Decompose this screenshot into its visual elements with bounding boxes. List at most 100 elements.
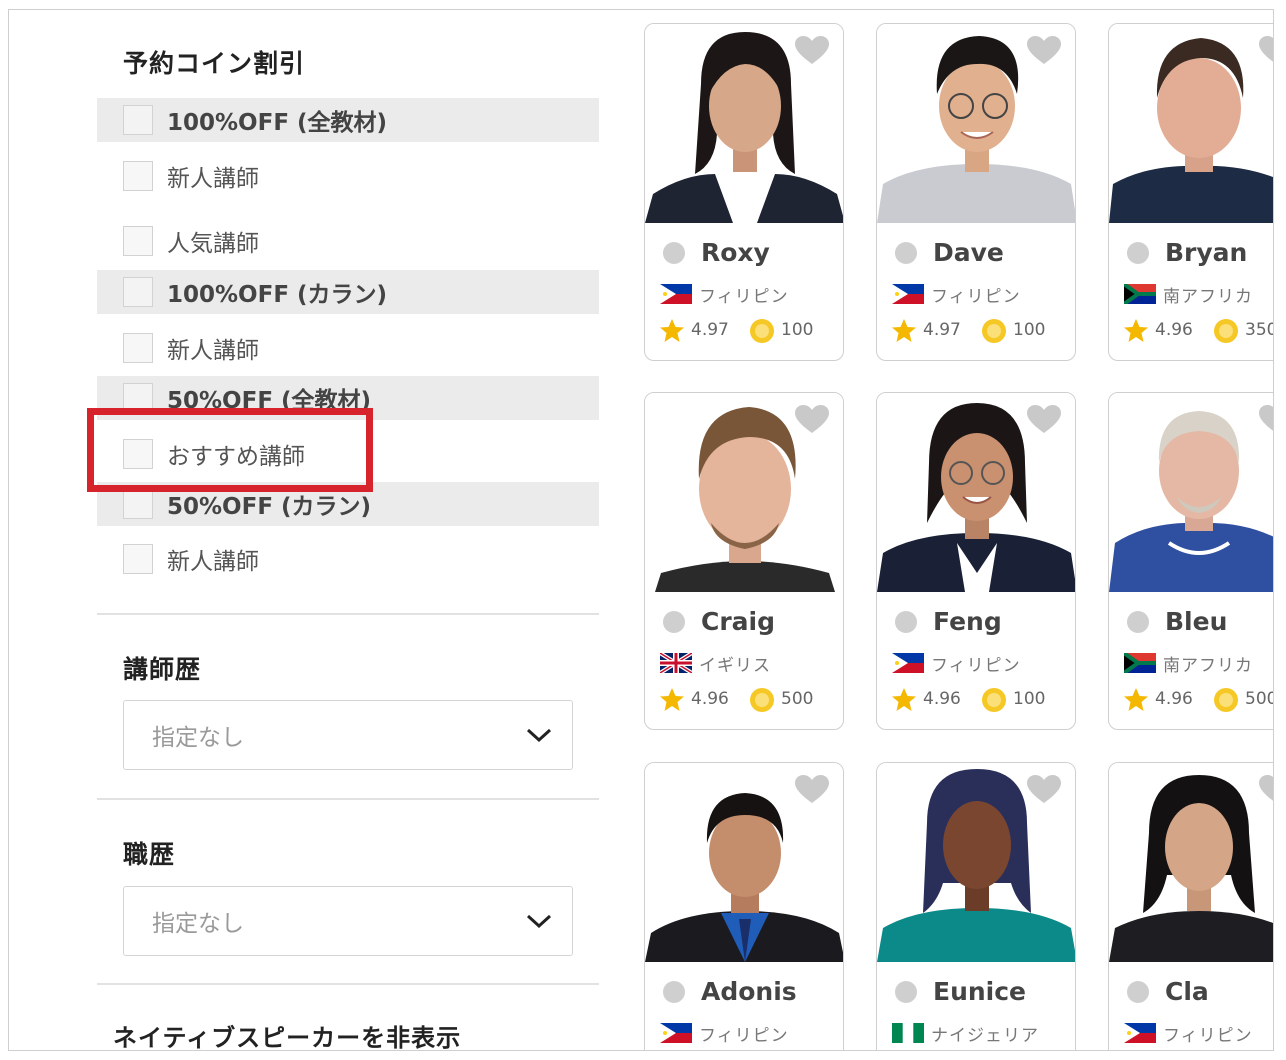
- teacher-price: 100: [1013, 320, 1046, 340]
- heart-icon[interactable]: [1259, 775, 1274, 805]
- filter-label: 100%OFF (全教材): [167, 110, 388, 136]
- coin-icon: [1214, 319, 1238, 343]
- teacher-country: 南アフリカ: [1163, 287, 1253, 307]
- filter-label: 新人講師: [167, 338, 259, 364]
- checkbox[interactable]: [123, 544, 153, 574]
- heart-icon[interactable]: [1259, 36, 1274, 66]
- heart-icon[interactable]: [1259, 405, 1274, 435]
- teacher-card[interactable]: Bleu 南アフリカ 4.96 500: [1108, 392, 1274, 730]
- teacher-country: フィリピン: [699, 287, 789, 307]
- status-dot: [1127, 611, 1149, 633]
- teacher-photo: [645, 763, 843, 962]
- checkbox[interactable]: [123, 333, 153, 363]
- checkbox[interactable]: [123, 277, 153, 307]
- career-section-title: 職歴: [123, 840, 176, 869]
- select-value: 指定なし: [152, 911, 244, 937]
- star-icon: [1124, 688, 1148, 711]
- heart-icon[interactable]: [795, 775, 829, 805]
- status-dot: [663, 611, 685, 633]
- teacher-card[interactable]: Roxy フィリピン 4.97 100: [644, 23, 844, 361]
- highlight-box: [87, 408, 373, 492]
- teacher-card[interactable]: Feng フィリピン 4.96 100: [876, 392, 1076, 730]
- teacher-price: 100: [781, 320, 814, 340]
- filter-label: 100%OFF (カラン): [167, 282, 388, 308]
- teacher-price: 500: [1245, 689, 1273, 709]
- heart-icon[interactable]: [1027, 36, 1061, 66]
- divider: [97, 613, 599, 615]
- status-dot: [1127, 242, 1149, 264]
- star-icon: [660, 319, 684, 342]
- teacher-card[interactable]: Dave フィリピン 4.97 100: [876, 23, 1076, 361]
- select-value: 指定なし: [152, 725, 244, 751]
- teacher-photo: [1109, 763, 1274, 962]
- star-icon: [892, 319, 916, 342]
- teacher-name: Cla: [1165, 977, 1209, 1006]
- status-dot: [1127, 981, 1149, 1003]
- teacher-rating: 4.96: [691, 689, 729, 709]
- teacher-name: Roxy: [701, 238, 770, 267]
- teacher-price: 500: [781, 689, 814, 709]
- philippines-flag-icon: [660, 284, 692, 304]
- star-icon: [660, 688, 684, 711]
- filter-100off-callan[interactable]: 100%OFF (カラン): [97, 270, 599, 314]
- nigeria-flag-icon: [892, 1023, 924, 1043]
- filter-sidebar: 予約コイン割引 100%OFF (全教材) 新人講師 人気講師 100%OFF …: [9, 10, 609, 1050]
- filter-label: 50%OFF (カラン): [167, 494, 372, 520]
- teacher-rating: 4.96: [1155, 320, 1193, 340]
- career-select[interactable]: 指定なし: [123, 886, 573, 956]
- discount-section-title: 予約コイン割引: [123, 49, 306, 78]
- teacher-card[interactable]: Eunice ナイジェリア: [876, 762, 1076, 1050]
- checkbox[interactable]: [123, 105, 153, 135]
- teacher-country: ナイジェリア: [931, 1026, 1039, 1046]
- filter-label: 人気講師: [167, 231, 259, 257]
- teacher-card[interactable]: Bryan 南アフリカ 4.96 350: [1108, 23, 1274, 361]
- experience-select[interactable]: 指定なし: [123, 700, 573, 770]
- star-icon: [1124, 319, 1148, 342]
- app-frame: 予約コイン割引 100%OFF (全教材) 新人講師 人気講師 100%OFF …: [8, 9, 1274, 1051]
- teacher-photo: [1109, 393, 1274, 592]
- south-africa-flag-icon: [1124, 653, 1156, 673]
- teacher-name: Eunice: [933, 977, 1027, 1006]
- filter-new-teacher-2[interactable]: 新人講師: [97, 326, 599, 370]
- teacher-name: Adonis: [701, 977, 797, 1006]
- teacher-country: イギリス: [699, 656, 771, 676]
- filter-new-teacher-1[interactable]: 新人講師: [97, 154, 599, 198]
- heart-icon[interactable]: [1027, 405, 1061, 435]
- teacher-country: 南アフリカ: [1163, 656, 1253, 676]
- heart-icon[interactable]: [795, 36, 829, 66]
- teacher-name: Feng: [933, 607, 1002, 636]
- filter-new-teacher-3[interactable]: 新人講師: [97, 537, 599, 581]
- teacher-card[interactable]: Cla フィリピン: [1108, 762, 1274, 1050]
- teacher-photo: [1109, 24, 1274, 223]
- checkbox[interactable]: [123, 161, 153, 191]
- coin-icon: [750, 319, 774, 343]
- teacher-card[interactable]: Adonis フィリピン: [644, 762, 844, 1050]
- filter-popular-teacher[interactable]: 人気講師: [97, 219, 599, 263]
- teacher-photo: [645, 393, 843, 592]
- status-dot: [895, 611, 917, 633]
- filter-100off-all[interactable]: 100%OFF (全教材): [97, 98, 599, 142]
- heart-icon[interactable]: [1027, 775, 1061, 805]
- teacher-name: Dave: [933, 238, 1004, 267]
- divider: [97, 983, 599, 985]
- coin-icon: [750, 688, 774, 712]
- checkbox[interactable]: [123, 489, 153, 519]
- teacher-country: フィリピン: [699, 1026, 789, 1046]
- checkbox[interactable]: [123, 226, 153, 256]
- divider: [97, 798, 599, 800]
- teacher-country: フィリピン: [1163, 1026, 1253, 1046]
- teacher-rating: 4.97: [691, 320, 729, 340]
- teacher-rating: 4.96: [923, 689, 961, 709]
- south-africa-flag-icon: [1124, 284, 1156, 304]
- coin-icon: [982, 688, 1006, 712]
- status-dot: [663, 981, 685, 1003]
- heart-icon[interactable]: [795, 405, 829, 435]
- teacher-price: 100: [1013, 689, 1046, 709]
- uk-flag-icon: [660, 653, 692, 673]
- teacher-card[interactable]: Craig イギリス 4.96 500: [644, 392, 844, 730]
- status-dot: [895, 981, 917, 1003]
- filter-label: 新人講師: [167, 166, 259, 192]
- hide-native-title: ネイティブスピーカーを非表示: [113, 1024, 462, 1051]
- teacher-rating: 4.97: [923, 320, 961, 340]
- filter-label: 新人講師: [167, 549, 259, 575]
